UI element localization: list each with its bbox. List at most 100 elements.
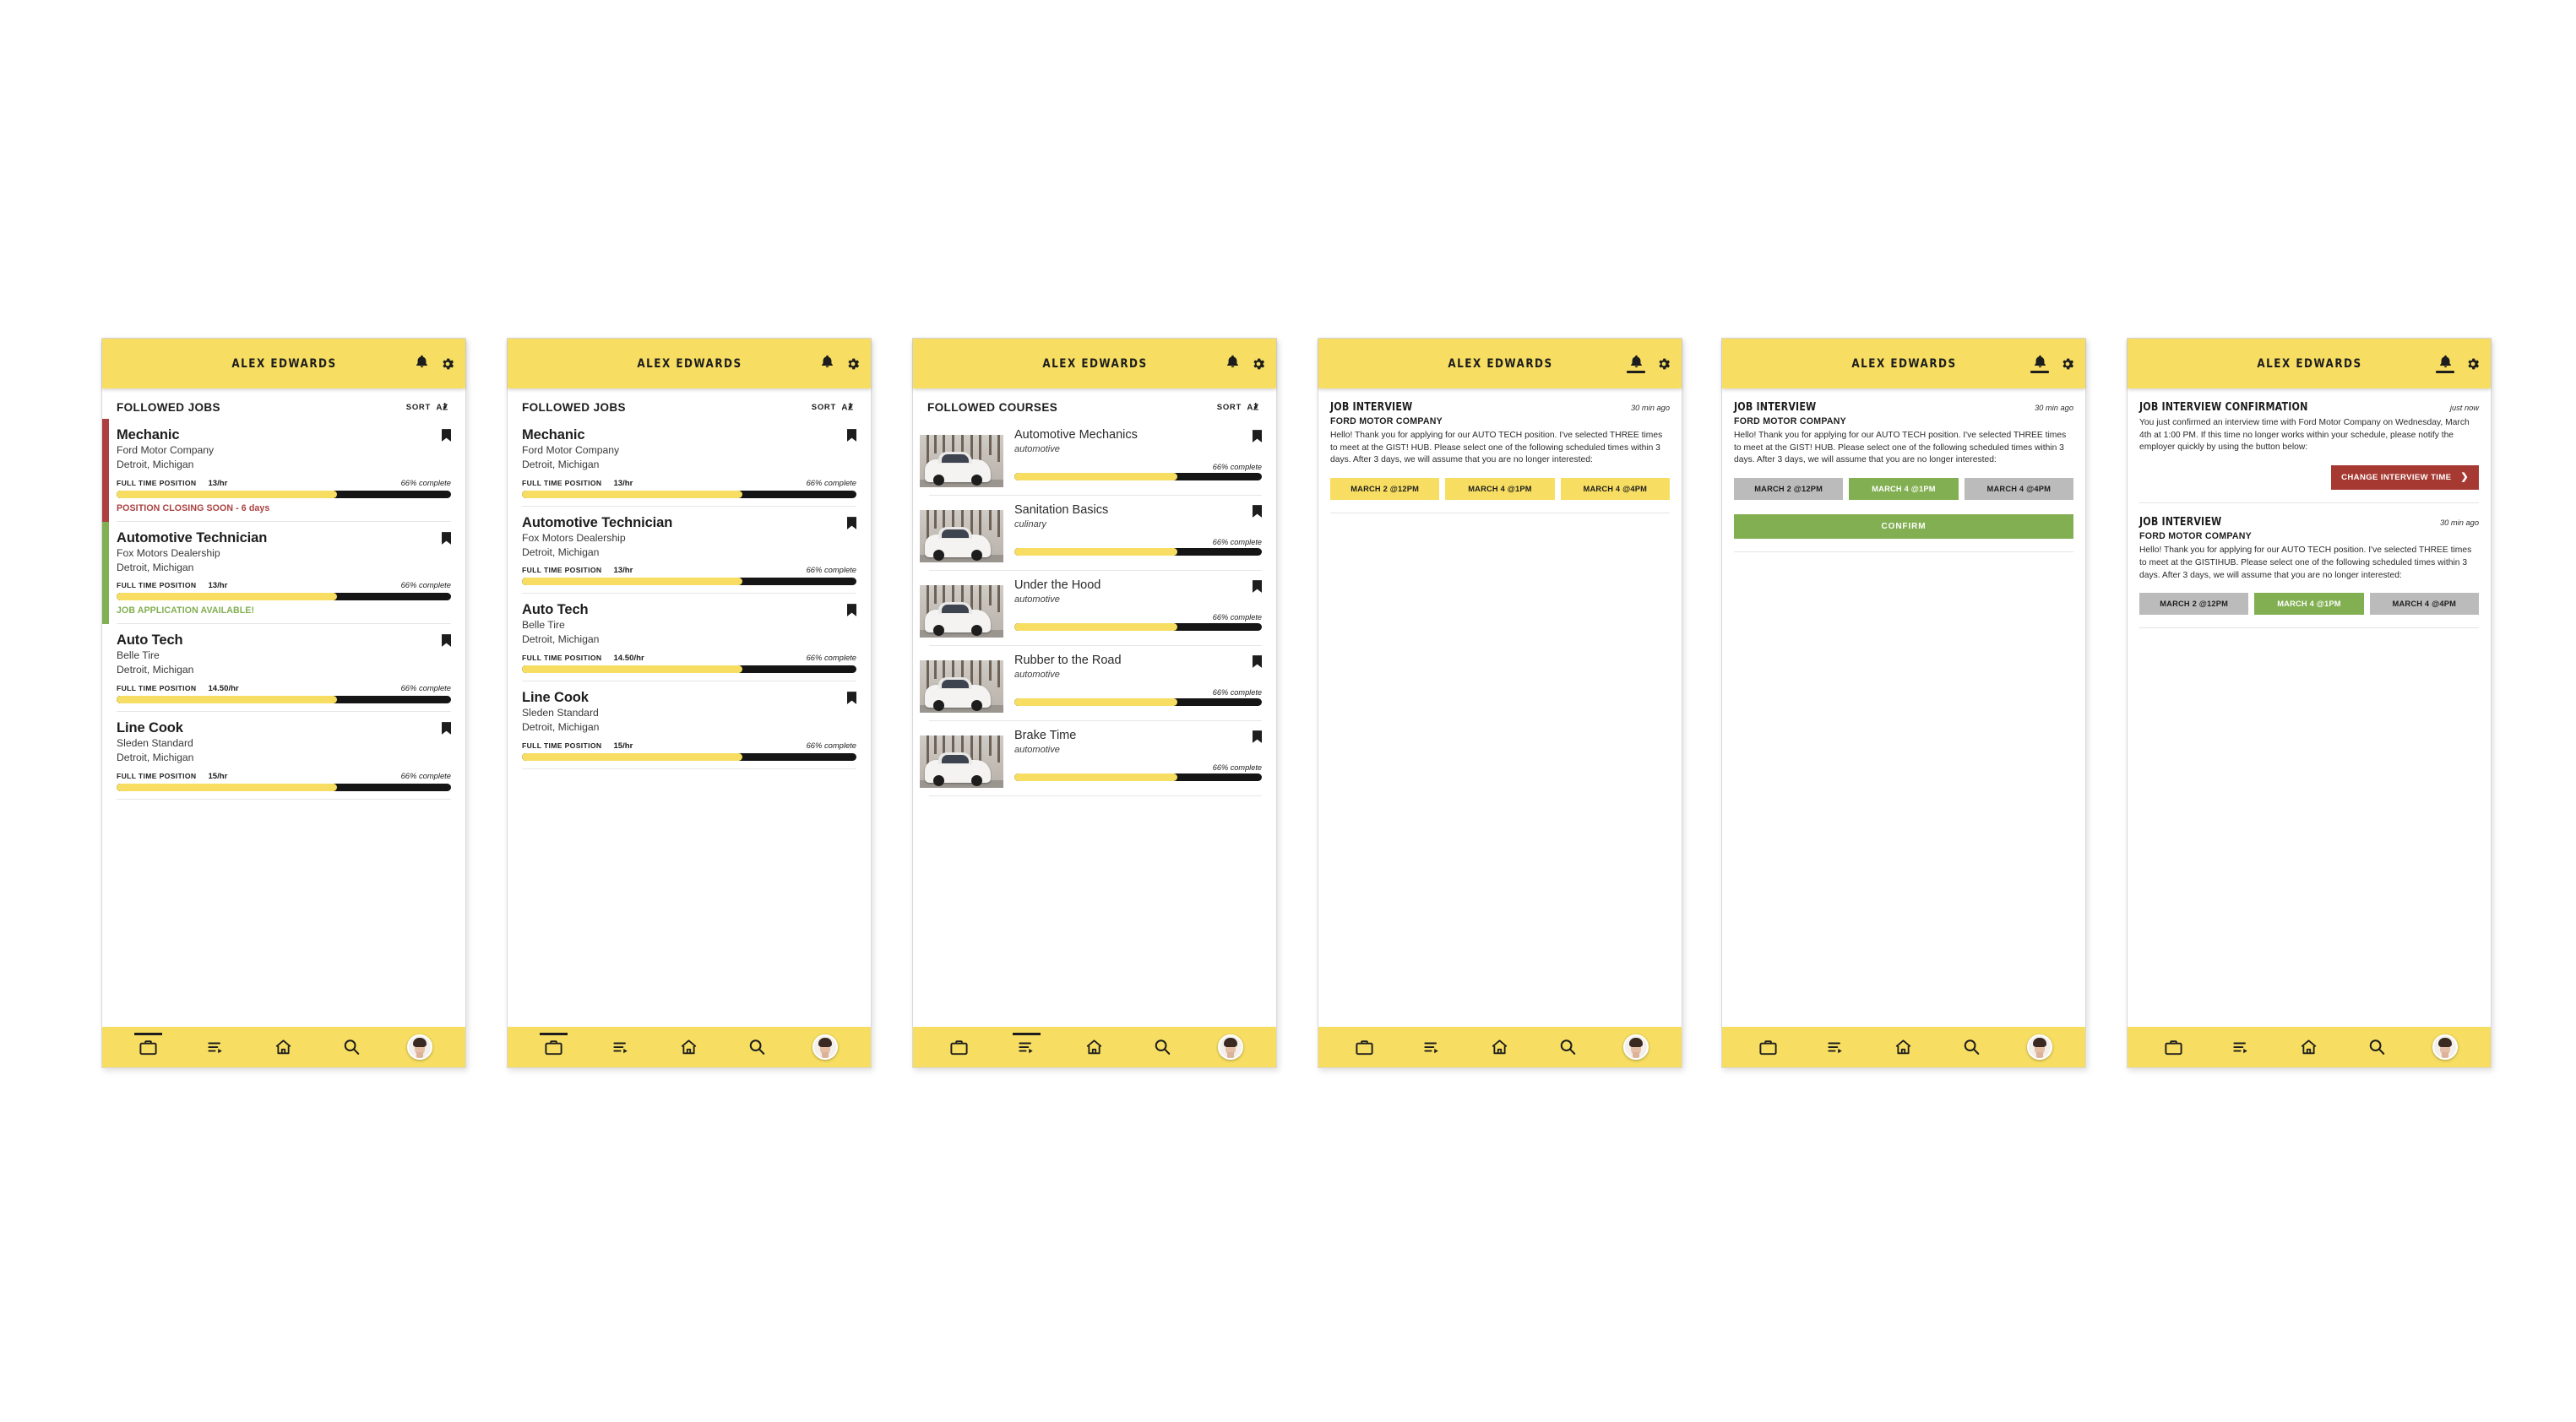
course-card[interactable]: Under the Hood automotive 66% complete	[913, 571, 1276, 646]
job-wage: 15/hr	[613, 741, 633, 751]
notifications-button[interactable]	[1627, 354, 1645, 373]
interview-time-chip[interactable]: MARCH 4 @1PM	[1445, 478, 1555, 501]
notifications-button[interactable]	[2030, 354, 2049, 373]
job-card[interactable]: Mechanic Ford Motor Company Detroit, Michi…	[102, 419, 465, 522]
bookmark-icon[interactable]	[442, 429, 451, 442]
header-icon-group	[1226, 339, 1266, 388]
bookmark-icon[interactable]	[442, 531, 451, 545]
bookmark-icon[interactable]	[1253, 430, 1262, 442]
interview-time-chip[interactable]: MARCH 4 @1PM	[2254, 593, 2364, 616]
job-card[interactable]: Auto Tech Belle Tire Detroit, Michigan FULL…	[102, 624, 465, 713]
job-card[interactable]: Automotive Technician Fox Motors Dealersh…	[508, 507, 871, 594]
section-title: FOLLOWED JOBS	[117, 401, 220, 414]
sort-control[interactable]: SORT AZ	[812, 401, 856, 414]
nav-item-home[interactable]	[1478, 1027, 1522, 1067]
nav-item-search[interactable]	[735, 1027, 779, 1067]
course-title: Brake Time	[1014, 729, 1077, 742]
nav-item-search[interactable]	[2355, 1027, 2399, 1067]
notifications-button[interactable]	[1226, 354, 1240, 373]
nav-item-home[interactable]	[667, 1027, 711, 1067]
bookmark-icon[interactable]	[1253, 730, 1262, 743]
sort-control[interactable]: SORT AZ	[406, 401, 451, 414]
bookmark-icon[interactable]	[847, 429, 856, 442]
interview-time-chip[interactable]: MARCH 4 @4PM	[2369, 593, 2479, 616]
nav-item-courses[interactable]	[1410, 1027, 1454, 1067]
nav-item-briefcase[interactable]	[126, 1027, 170, 1067]
nav-item-search[interactable]	[329, 1027, 373, 1067]
course-card[interactable]: Sanitation Basics culinary 66% complete	[913, 496, 1276, 571]
nav-item-profile[interactable]	[398, 1027, 442, 1067]
interview-time-chip[interactable]: MARCH 4 @4PM	[1560, 478, 1670, 501]
change-interview-time-button[interactable]: CHANGE INTERVIEW TIME ❯	[2331, 465, 2479, 491]
nav-item-search[interactable]	[1546, 1027, 1590, 1067]
interview-time-chip[interactable]: MARCH 2 @12PM	[2139, 593, 2249, 616]
settings-button[interactable]	[440, 356, 455, 372]
notification-card: JOB INTERVIEW 30 min ago FORD MOTOR COMPAN…	[1318, 388, 1682, 514]
bookmark-icon[interactable]	[442, 722, 451, 735]
confirm-button[interactable]: CONFIRM	[1734, 514, 2073, 540]
nav-item-home[interactable]	[262, 1027, 306, 1067]
bottom-nav	[508, 1027, 871, 1067]
nav-item-courses[interactable]	[1814, 1027, 1858, 1067]
active-indicator	[1013, 1033, 1041, 1035]
nav-item-home[interactable]	[2287, 1027, 2331, 1067]
app-header: Alex Edwards	[508, 339, 871, 388]
course-card[interactable]: Brake Time automotive 66% complete	[913, 721, 1276, 796]
nav-item-profile[interactable]	[2018, 1027, 2062, 1067]
job-card[interactable]: Automotive Technician Fox Motors Dealersh…	[102, 521, 465, 625]
bookmark-icon[interactable]	[1253, 505, 1262, 518]
nav-item-profile[interactable]	[1614, 1027, 1658, 1067]
header-icon-group	[2436, 339, 2481, 388]
nav-item-briefcase[interactable]	[2151, 1027, 2195, 1067]
interview-time-chip[interactable]: MARCH 4 @4PM	[1964, 478, 2073, 501]
nav-item-profile[interactable]	[803, 1027, 847, 1067]
bookmark-icon[interactable]	[847, 604, 856, 617]
divider	[522, 768, 856, 769]
course-card[interactable]: Automotive Mechanics automotive 66% comple…	[913, 421, 1276, 496]
bookmark-icon[interactable]	[1253, 655, 1262, 668]
progress-bar	[522, 578, 856, 586]
notifications-button[interactable]	[820, 354, 834, 373]
interview-time-chip[interactable]: MARCH 4 @1PM	[1849, 478, 1959, 501]
bookmark-icon[interactable]	[442, 634, 451, 648]
bookmark-icon[interactable]	[847, 692, 856, 704]
nav-item-courses[interactable]	[2220, 1027, 2264, 1067]
nav-item-briefcase[interactable]	[937, 1027, 981, 1067]
interview-time-chip[interactable]: MARCH 2 @12PM	[1734, 478, 1844, 501]
nav-item-search[interactable]	[1140, 1027, 1184, 1067]
job-card[interactable]: Mechanic Ford Motor Company Detroit, Michi…	[508, 419, 871, 507]
interview-time-chip[interactable]: MARCH 2 @12PM	[1330, 478, 1440, 501]
settings-button[interactable]	[2060, 356, 2075, 372]
job-card[interactable]: Line Cook Sleden Standard Detroit, Michiga…	[102, 712, 465, 800]
settings-button[interactable]	[845, 356, 861, 372]
bookmark-icon[interactable]	[1253, 580, 1262, 593]
search-icon	[1558, 1038, 1577, 1056]
nav-item-courses[interactable]	[600, 1027, 644, 1067]
course-category: automotive	[1014, 745, 1060, 756]
notifications-button[interactable]	[2436, 354, 2454, 373]
nav-item-profile[interactable]	[1209, 1027, 1253, 1067]
course-card[interactable]: Rubber to the Road automotive 66% complete	[913, 646, 1276, 721]
nav-item-briefcase[interactable]	[1746, 1027, 1790, 1067]
job-card[interactable]: Line Cook Sleden Standard Detroit, Michiga…	[508, 681, 871, 769]
nav-item-courses[interactable]	[1005, 1027, 1049, 1067]
nav-item-profile[interactable]	[2423, 1027, 2467, 1067]
home-icon	[274, 1038, 293, 1056]
nav-item-home[interactable]	[1073, 1027, 1117, 1067]
settings-button[interactable]	[1656, 356, 1671, 372]
sort-control[interactable]: SORT AZ	[1217, 401, 1262, 414]
progress-label: 66% complete	[806, 477, 856, 487]
nav-item-briefcase[interactable]	[531, 1027, 575, 1067]
settings-button[interactable]	[2465, 356, 2481, 372]
job-card[interactable]: Auto Tech Belle Tire Detroit, Michigan FULL…	[508, 594, 871, 682]
bookmark-icon[interactable]	[847, 516, 856, 529]
status-accent-bar	[102, 521, 109, 625]
nav-item-courses[interactable]	[194, 1027, 238, 1067]
settings-button[interactable]	[1251, 356, 1266, 372]
notifications-button[interactable]	[415, 354, 429, 373]
course-title: Automotive Mechanics	[1014, 428, 1138, 442]
nav-item-home[interactable]	[1882, 1027, 1926, 1067]
nav-item-briefcase[interactable]	[1342, 1027, 1386, 1067]
nav-item-search[interactable]	[1949, 1027, 1993, 1067]
home-icon	[2299, 1038, 2318, 1056]
